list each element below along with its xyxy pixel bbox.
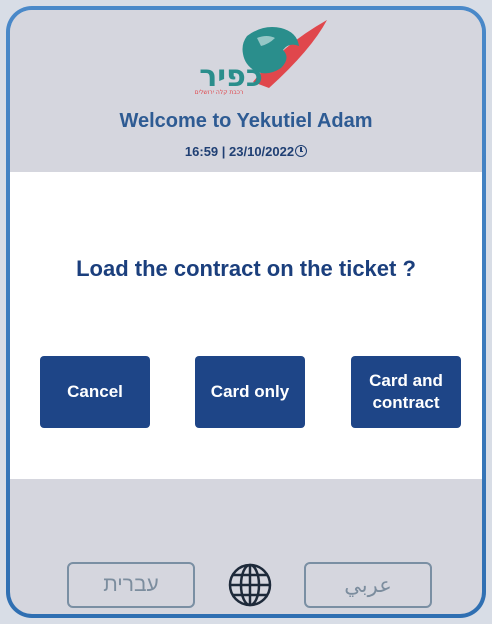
datetime-text: 16:59 | 23/10/2022 xyxy=(184,144,295,159)
card-only-button[interactable]: Card only xyxy=(195,356,305,428)
datetime-row: 16:59 | 23/10/2022 xyxy=(10,144,482,159)
hebrew-language-button[interactable]: עברית xyxy=(67,562,195,608)
welcome-text: Welcome to Yekutiel Adam xyxy=(119,110,373,132)
kiosk-frame: כפיר רכבת קלה ירושלים Welcome to Yekutie… xyxy=(6,6,486,618)
clock-icon xyxy=(295,145,308,157)
header: כפיר רכבת קלה ירושלים Welcome to Yekutie… xyxy=(10,10,482,172)
dialog-panel: Load the contract on the ticket ? Cancel… xyxy=(10,172,482,479)
arabic-language-button[interactable]: عربي xyxy=(304,562,432,608)
cancel-button[interactable]: Cancel xyxy=(40,356,150,428)
globe-icon[interactable] xyxy=(225,560,275,610)
dialog-question: Load the contract on the ticket ? xyxy=(76,256,416,281)
kiosk-screen: כפיר רכבת קלה ירושלים Welcome to Yekutie… xyxy=(10,10,482,614)
logo-subtext: רכבת קלה ירושלים xyxy=(195,89,244,96)
kfir-logo: כפיר רכבת קלה ירושלים xyxy=(195,20,327,96)
card-and-contract-button[interactable]: Card and contract xyxy=(351,356,461,428)
